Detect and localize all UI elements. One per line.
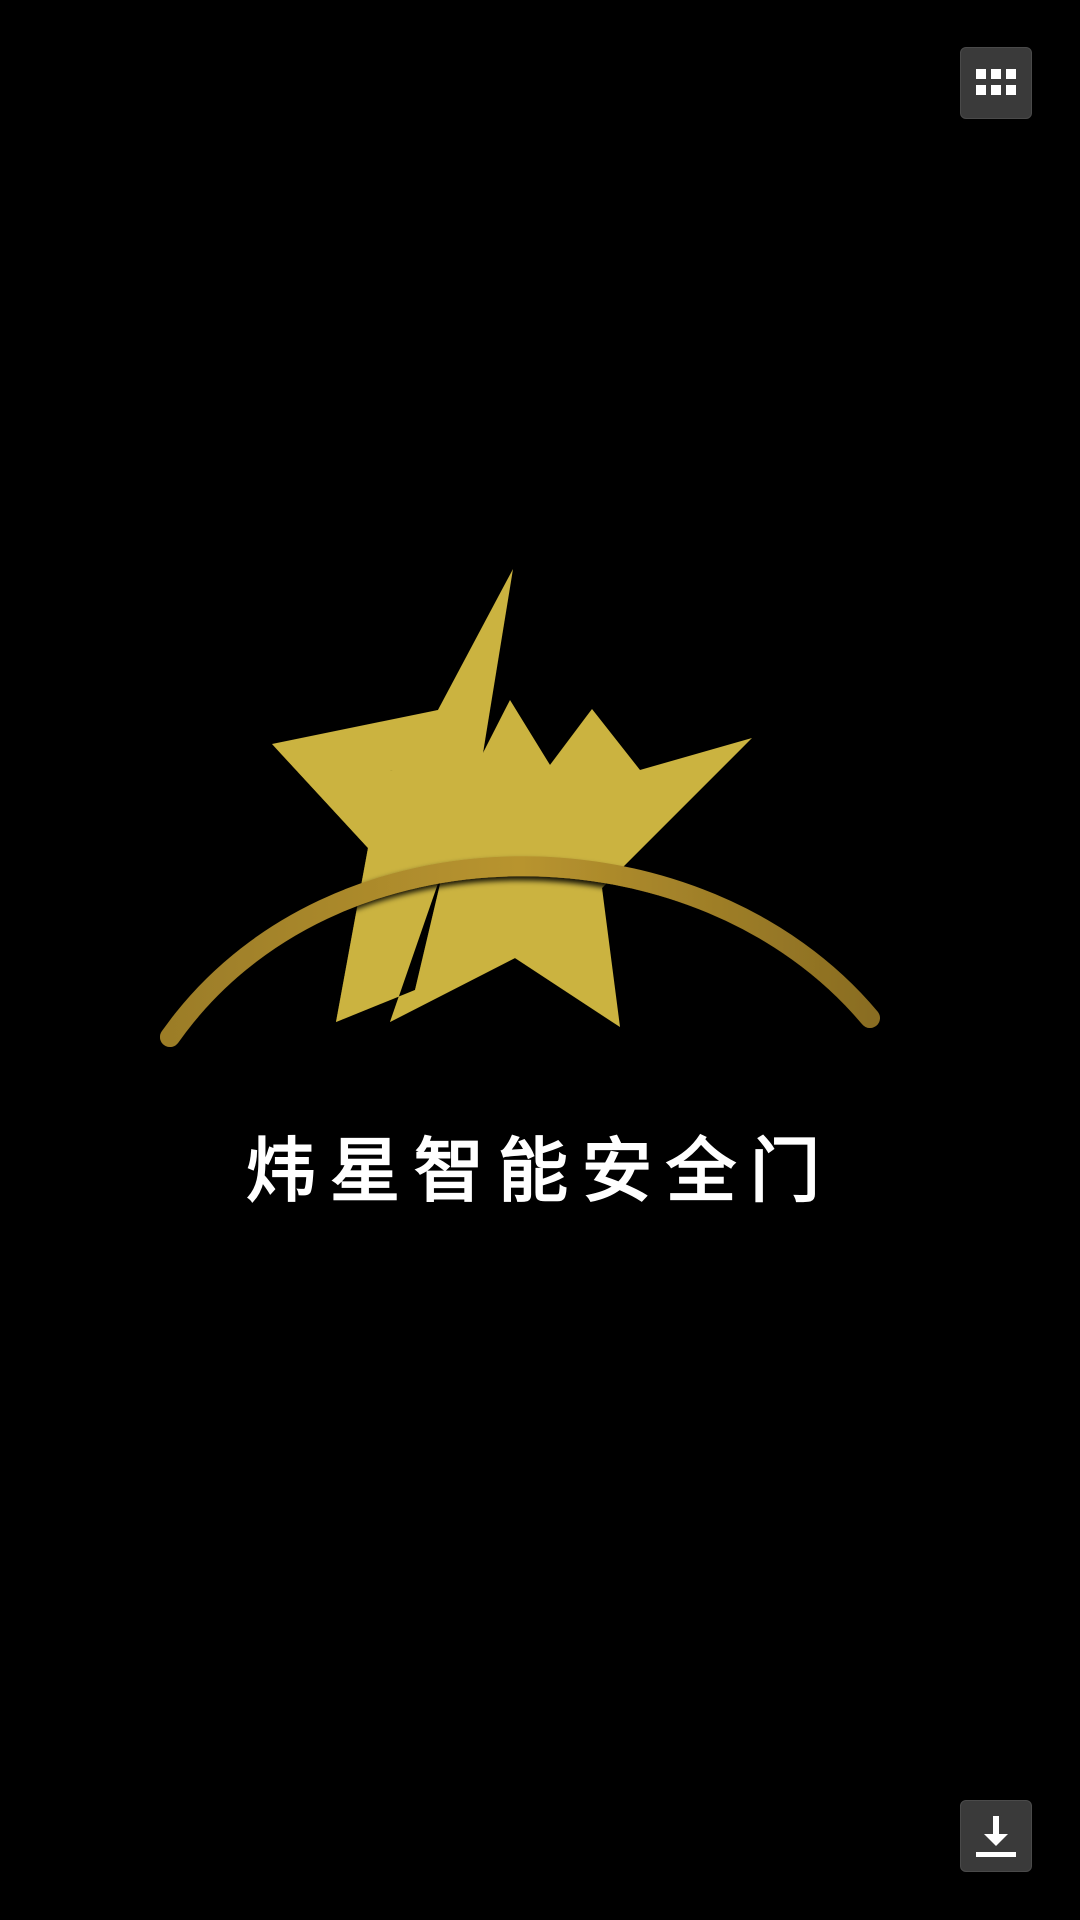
download-button[interactable] (960, 1800, 1032, 1872)
menu-button[interactable] (960, 47, 1032, 119)
brand-logo (140, 540, 900, 1060)
download-icon (976, 1816, 1016, 1857)
star-logo-icon (160, 569, 880, 1047)
grid-menu-icon (976, 69, 1016, 95)
brand-name: 炜星智能安全门 (246, 1129, 834, 1212)
